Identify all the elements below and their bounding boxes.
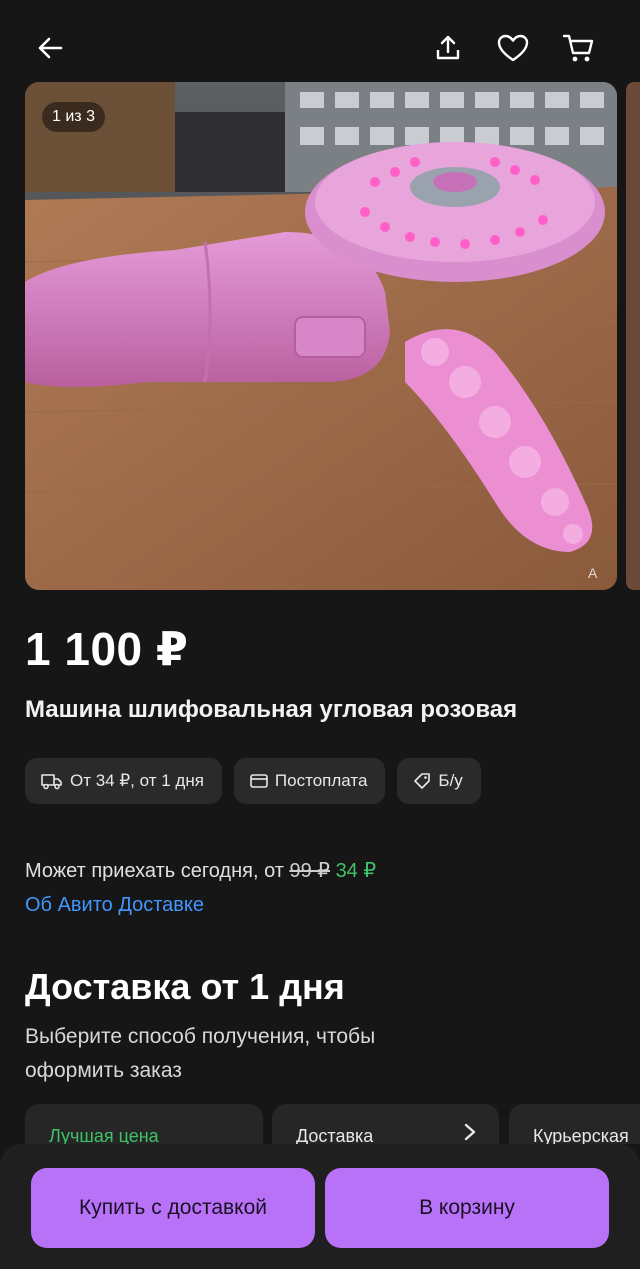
cart-icon[interactable] — [557, 26, 601, 70]
option-courier[interactable]: Курьерская — [509, 1104, 640, 1144]
card-icon — [250, 774, 268, 788]
product-price: 1 100 ₽ — [25, 623, 189, 675]
chip-delivery-label: От 34 ₽, от 1 дня — [70, 771, 204, 790]
delivery-info: Может приехать сегодня, от 99 ₽ 34 ₽ — [25, 858, 376, 883]
chip-postpay-label: Постоплата — [274, 771, 368, 790]
option-delivery-label: Доставка — [296, 1126, 374, 1144]
buy-with-delivery-button[interactable]: Купить с доставкой — [31, 1168, 315, 1248]
delivery-section-title: Доставка от 1 дня — [25, 966, 345, 1007]
chip-postpay[interactable]: Постоплата — [233, 758, 386, 804]
photo-counter: 1 из 3 — [42, 102, 105, 132]
delivery-options: Лучшая цена Доставка Курьерская — [25, 1104, 640, 1144]
chip-condition-label: Б/у — [438, 771, 463, 790]
share-icon[interactable] — [426, 26, 470, 70]
top-bar — [0, 0, 640, 80]
truck-icon — [41, 774, 62, 790]
delivery-text: Может приехать сегодня, от — [25, 860, 284, 882]
delivery-old-price: 99 ₽ — [289, 860, 330, 882]
delivery-section-description: Выберите способ получения, чтобы оформит… — [25, 1025, 376, 1082]
product-title: Машина шлифовальная угловая розовая — [25, 696, 518, 723]
product-chips: От 34 ₽, от 1 дня Постоплата Б/у — [25, 758, 481, 804]
chip-delivery[interactable]: От 34 ₽, от 1 дня — [25, 758, 222, 804]
avito-delivery-link[interactable]: Об Авито Доставке — [25, 894, 204, 917]
tag-icon — [414, 773, 431, 789]
chevron-right-icon — [464, 1123, 476, 1141]
watermark-logo: A — [588, 565, 598, 581]
option-delivery[interactable]: Доставка — [272, 1104, 499, 1144]
chip-condition[interactable]: Б/у — [397, 758, 481, 804]
option-courier-label: Курьерская — [533, 1126, 629, 1144]
heart-icon[interactable] — [491, 26, 535, 70]
add-to-cart-button[interactable]: В корзину — [325, 1168, 609, 1248]
option-best-price-label: Лучшая цена — [49, 1126, 159, 1144]
product-photo[interactable] — [25, 82, 617, 590]
back-arrow-icon[interactable] — [28, 26, 72, 70]
delivery-new-price: 34 ₽ — [335, 860, 377, 882]
next-photo-peek[interactable] — [626, 82, 640, 590]
option-best-price[interactable]: Лучшая цена — [25, 1104, 263, 1144]
